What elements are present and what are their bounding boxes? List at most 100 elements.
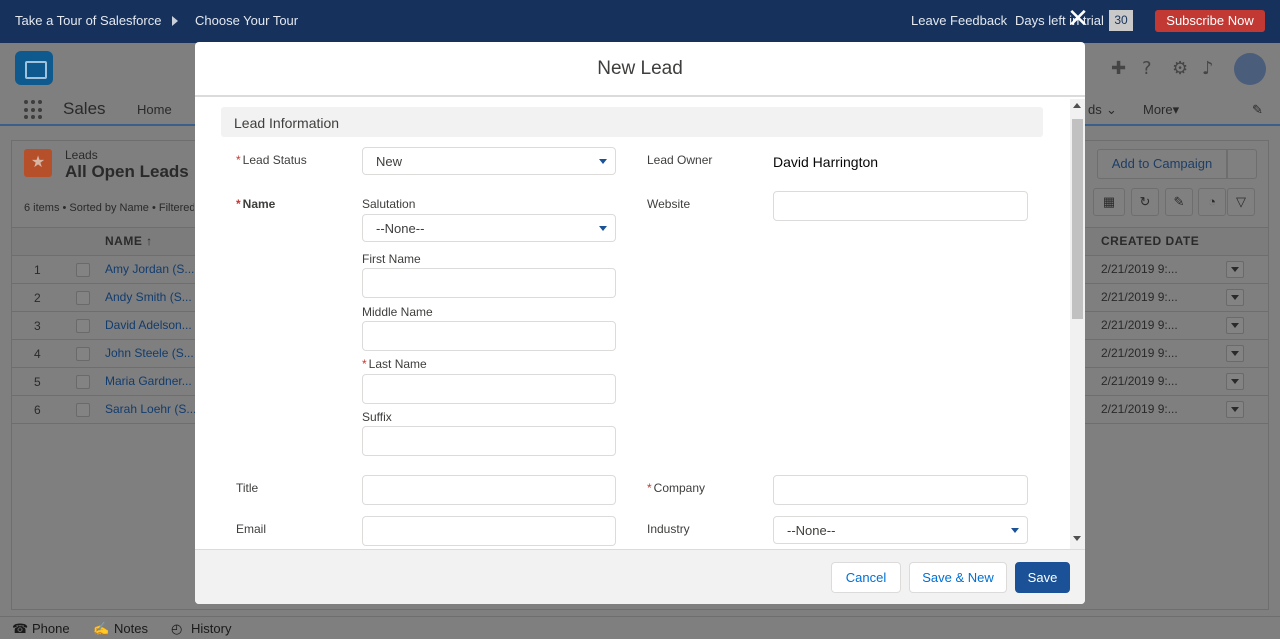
created-date-cell: 2/21/2019 9:... [1101, 402, 1178, 416]
save-and-new-button[interactable]: Save & New [909, 562, 1007, 593]
suffix-field[interactable] [362, 426, 616, 456]
salutation-select[interactable]: --None-- [362, 214, 616, 242]
row-actions-chevron-icon[interactable] [1226, 289, 1244, 306]
utility-phone[interactable]: Phone [32, 621, 70, 636]
lead-name-link[interactable]: Andy Smith (S... [105, 290, 200, 304]
edit-nav-pencil-icon[interactable]: ✎ [1252, 102, 1263, 118]
lead-name-link[interactable]: David Adelson... [105, 318, 200, 332]
last-name-label: * Last Name [362, 357, 427, 371]
save-button[interactable]: Save [1015, 562, 1070, 593]
notifications-bell-icon[interactable]: ♪ [1202, 58, 1214, 79]
modal-body: Lead Information * Lead Status New Lead O… [195, 99, 1085, 549]
scroll-up-arrow-icon[interactable] [1073, 103, 1081, 108]
filter-icon[interactable]: ▽ [1227, 188, 1255, 216]
row-checkbox[interactable] [76, 347, 90, 361]
help-icon[interactable]: ? [1142, 58, 1152, 79]
scroll-down-arrow-icon[interactable] [1073, 536, 1081, 541]
industry-value: --None-- [787, 523, 836, 538]
lead-name-link[interactable]: Maria Gardner... [105, 374, 200, 388]
new-lead-modal: New Lead Lead Information * Lead Status N… [195, 42, 1085, 604]
email-label: Email [236, 522, 267, 536]
row-checkbox[interactable] [76, 375, 90, 389]
industry-select[interactable]: --None-- [773, 516, 1028, 544]
cancel-button[interactable]: Cancel [831, 562, 901, 593]
middle-name-label: Middle Name [362, 305, 433, 319]
list-actions-dropdown[interactable] [1227, 149, 1257, 179]
industry-label: Industry [647, 522, 690, 536]
lead-name-link[interactable]: Sarah Loehr (S... [105, 402, 200, 416]
edit-pencil-icon[interactable]: ✎ [1165, 188, 1193, 216]
salesforce-logo [15, 51, 53, 85]
phone-icon[interactable]: ☎ [12, 621, 28, 637]
avatar[interactable] [1234, 53, 1266, 85]
first-name-label: First Name [362, 252, 421, 266]
company-label: * Company [647, 481, 705, 495]
last-name-label-text: Last Name [368, 357, 427, 371]
website-field[interactable] [773, 191, 1028, 221]
history-clock-icon[interactable]: ◴ [171, 621, 182, 637]
column-header-name[interactable]: NAME ↑ [105, 234, 153, 248]
utility-notes[interactable]: Notes [114, 621, 148, 636]
created-date-cell: 2/21/2019 9:... [1101, 262, 1178, 276]
created-date-cell: 2/21/2019 9:... [1101, 318, 1178, 332]
company-field[interactable] [773, 475, 1028, 505]
chevron-down-icon [1011, 528, 1019, 533]
column-header-created-date[interactable]: CREATED DATE [1101, 234, 1199, 248]
row-number: 6 [34, 403, 41, 417]
lead-name-link[interactable]: Amy Jordan (S... [105, 262, 200, 276]
app-launcher-icon[interactable] [24, 100, 44, 120]
add-icon[interactable]: ✚ [1111, 58, 1126, 79]
lead-status-label: * Lead Status [236, 153, 307, 167]
row-actions-chevron-icon[interactable] [1226, 317, 1244, 334]
required-marker: * [236, 153, 241, 167]
lead-name-link[interactable]: John Steele (S... [105, 346, 200, 360]
tour-link[interactable]: Take a Tour of Salesforce [15, 13, 161, 28]
row-actions-chevron-icon[interactable] [1226, 345, 1244, 362]
row-checkbox[interactable] [76, 291, 90, 305]
refresh-icon[interactable]: ↻ [1131, 188, 1159, 216]
add-to-campaign-button[interactable]: Add to Campaign [1097, 149, 1227, 179]
nav-tab-home[interactable]: Home [137, 102, 172, 117]
nav-more-menu[interactable]: More▾ [1143, 102, 1179, 118]
row-number: 4 [34, 347, 41, 361]
created-date-cell: 2/21/2019 9:... [1101, 346, 1178, 360]
row-checkbox[interactable] [76, 319, 90, 333]
email-field[interactable] [362, 516, 616, 546]
created-date-cell: 2/21/2019 9:... [1101, 290, 1178, 304]
middle-name-field[interactable] [362, 321, 616, 351]
first-name-field[interactable] [362, 268, 616, 298]
leads-object-icon: ★ [24, 149, 52, 177]
chevron-down-icon [599, 159, 607, 164]
choose-tour-link[interactable]: Choose Your Tour [195, 13, 298, 28]
nav-tab-leads[interactable]: ds [1088, 102, 1102, 117]
row-actions-chevron-icon[interactable] [1226, 373, 1244, 390]
section-header-lead-information[interactable]: Lead Information [221, 107, 1043, 137]
nav-chevron-down-icon[interactable]: ⌄ [1106, 102, 1117, 118]
utility-history[interactable]: History [191, 621, 231, 636]
close-modal-icon[interactable]: ✕ [1066, 6, 1090, 32]
last-name-field[interactable] [362, 374, 616, 404]
table-display-icon[interactable]: ▦ [1093, 188, 1125, 216]
list-view-title[interactable]: All Open Leads [65, 162, 189, 182]
notes-icon[interactable]: ✍ [93, 621, 109, 637]
subscribe-button[interactable]: Subscribe Now [1155, 10, 1265, 32]
salutation-label: Salutation [362, 197, 416, 211]
section-title: Lead Information [234, 115, 340, 131]
modal-header: New Lead [195, 42, 1085, 97]
row-actions-chevron-icon[interactable] [1226, 401, 1244, 418]
name-label: * Name [236, 197, 275, 211]
chart-icon[interactable]: ◔ [1198, 188, 1226, 216]
row-actions-chevron-icon[interactable] [1226, 261, 1244, 278]
required-marker: * [236, 197, 241, 211]
setup-gear-icon[interactable]: ⚙ [1172, 58, 1188, 79]
salutation-value: --None-- [376, 221, 425, 236]
title-field[interactable] [362, 475, 616, 505]
suffix-label: Suffix [362, 410, 392, 424]
row-checkbox[interactable] [76, 263, 90, 277]
leave-feedback-link[interactable]: Leave Feedback [911, 13, 1007, 28]
lead-owner-value[interactable]: David Harrington [773, 154, 878, 170]
lead-status-select[interactable]: New [362, 147, 616, 175]
modal-scrollbar-thumb[interactable] [1072, 119, 1083, 319]
row-checkbox[interactable] [76, 403, 90, 417]
row-number: 5 [34, 375, 41, 389]
